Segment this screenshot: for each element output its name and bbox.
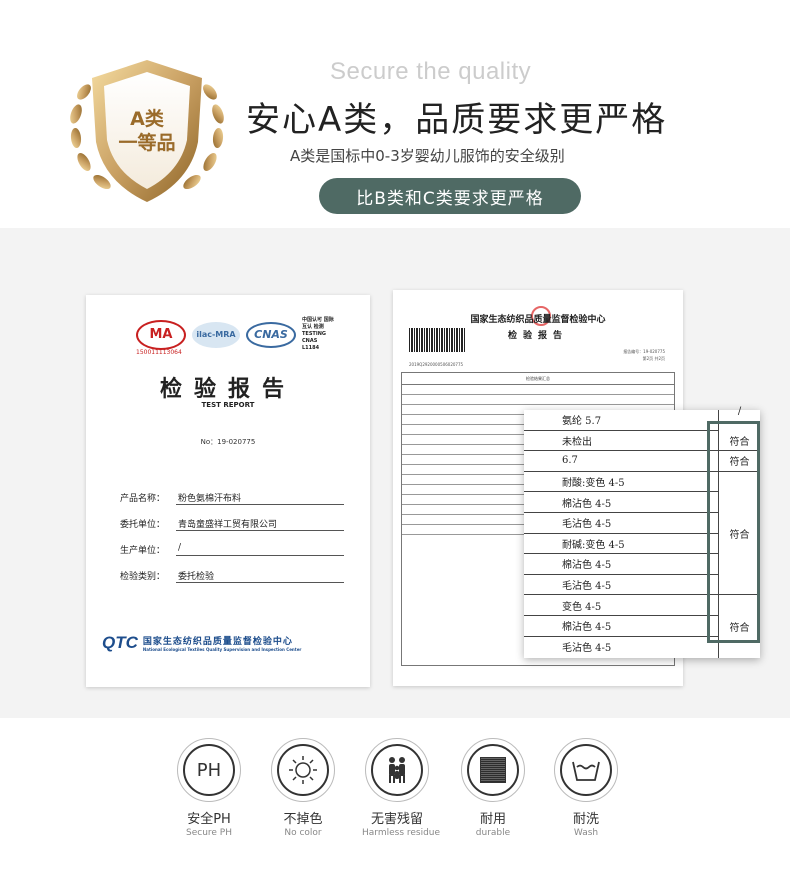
cnas-info: 中国认可 国际互认 检测 TESTING CNAS L1184 — [302, 317, 334, 351]
test-report-cover: MA ilac-MRA CNAS 中国认可 国际互认 检测 TESTING CN… — [86, 295, 370, 687]
hero-subtitle-en: Secure the quality — [330, 58, 532, 85]
result-row: 棉沾色 4-5 — [524, 554, 718, 575]
report-number: No：19-020775 — [200, 438, 256, 446]
sample-number: 2019Q2920000506020775 — [409, 362, 464, 367]
field-product-name: 产品名称： 粉色氨棉汗布料 — [120, 491, 344, 505]
family-icon — [371, 744, 423, 796]
table-row — [402, 395, 674, 405]
feature-icons-row: PH 安全PH Secure PH 不掉色 No color 无害残留 Harm… — [0, 738, 790, 848]
field-value: 青岛童盛祥工贸有限公司 — [176, 517, 344, 531]
result-row: 毛沾色 4-5 — [524, 575, 718, 596]
feature-label: 耐用 — [479, 812, 506, 827]
feature-label: 安全PH — [187, 812, 231, 827]
result-row: 耐酸:变色 4-5 — [524, 472, 718, 493]
feature-harmless: 无害残留 Harmless residue — [362, 738, 441, 838]
hero-section: A类 一等品 Secure the quality 安心A类，品质要求更严格 A… — [0, 0, 790, 228]
certification-logos: MA ilac-MRA CNAS 中国认可 国际互认 检测 TESTING CN… — [136, 317, 336, 352]
field-label: 委托单位： — [120, 520, 166, 530]
result-verdict: / — [737, 405, 742, 417]
results-summary-header: 检验结果汇总 — [402, 373, 674, 385]
results-page-title: 国家生态纺织品质量监督检验中心 — [470, 315, 606, 325]
field-label: 生产单位： — [120, 546, 166, 556]
field-value: 委托检验 — [176, 569, 344, 583]
ilac-logo: ilac-MRA — [192, 321, 240, 348]
cnas-logo: CNAS — [246, 321, 296, 348]
feature-label-en: durable — [475, 828, 511, 838]
qtc-name-cn: 国家生态纺织品质量监督检验中心 — [142, 637, 293, 647]
field-value: 粉色氨棉汗布料 — [176, 491, 344, 505]
result-row: 棉沾色 4-5 — [524, 492, 718, 513]
field-client: 委托单位： 青岛童盛祥工贸有限公司 — [120, 517, 344, 531]
wash-icon — [560, 744, 612, 796]
feature-label: 无害残留 — [370, 812, 423, 827]
result-row: 棉沾色 4-5 — [524, 616, 718, 637]
barcode-icon — [409, 328, 465, 352]
highlight-frame — [707, 421, 760, 643]
badge-label-line1: A类 — [130, 108, 164, 130]
qtc-footer: QTC 国家生态纺织品质量监督检验中心 National Ecological … — [102, 633, 301, 653]
result-row: 氨纶 5.7 — [524, 410, 718, 431]
feature-label: 耐洗 — [572, 812, 599, 827]
feature-ph: PH 安全PH Secure PH — [174, 738, 244, 838]
field-manufacturer: 生产单位： / — [120, 543, 344, 556]
feature-label-en: No color — [284, 828, 322, 838]
ph-glyph: PH — [196, 759, 222, 781]
feature-label-en: Secure PH — [186, 828, 232, 838]
page-count: 第2页 共2页 — [642, 356, 665, 361]
sun-icon — [277, 744, 329, 796]
field-label: 产品名称： — [120, 494, 166, 504]
report-title: 检验报告 — [159, 376, 296, 402]
badge-label-line2: 一等品 — [118, 132, 176, 154]
feature-label: 不掉色 — [283, 812, 323, 827]
result-row: 未检出 — [524, 431, 718, 452]
report-title-en: TEST REPORT — [201, 401, 255, 409]
ma-logo: MA — [136, 319, 186, 350]
hero-title: 安心A类，品质要求更严格 — [246, 100, 668, 140]
result-row: 耐碱:变色 4-5 — [524, 534, 718, 555]
table-row — [402, 385, 674, 395]
hero-pill-label: 比B类和C类要求更严格 — [319, 178, 581, 214]
report-page-info: 报告编号：19-020775 第2页 共2页 — [623, 348, 665, 362]
hero-description: A类是国标中0-3岁婴幼儿服饰的安全级别 — [290, 147, 565, 165]
qtc-name-en: National Ecological Textiles Quality Sup… — [142, 647, 302, 652]
result-row: 变色 4-5 — [524, 595, 718, 616]
result-row: 6.7 — [524, 451, 718, 472]
field-value: / — [176, 543, 344, 556]
feature-durable: 耐用 durable — [458, 738, 528, 838]
result-row: 毛沾色 4-5 — [562, 643, 612, 655]
feature-label-en: Wash — [573, 828, 599, 838]
result-row: 毛沾色 4-5 — [524, 513, 718, 534]
field-inspection-type: 检验类别： 委托检验 — [120, 569, 344, 583]
feature-no-color: 不掉色 No color — [268, 738, 338, 838]
fabric-icon — [467, 744, 519, 796]
qtc-logo: QTC — [102, 633, 138, 652]
feature-wash: 耐洗 Wash — [551, 738, 621, 838]
report-no-small: 报告编号：19-020775 — [623, 349, 665, 354]
ph-icon: PH — [183, 744, 235, 796]
field-label: 检验类别： — [120, 572, 166, 582]
ma-code: 150011113064 — [136, 349, 182, 356]
feature-label-en: Harmless residue — [362, 828, 441, 838]
